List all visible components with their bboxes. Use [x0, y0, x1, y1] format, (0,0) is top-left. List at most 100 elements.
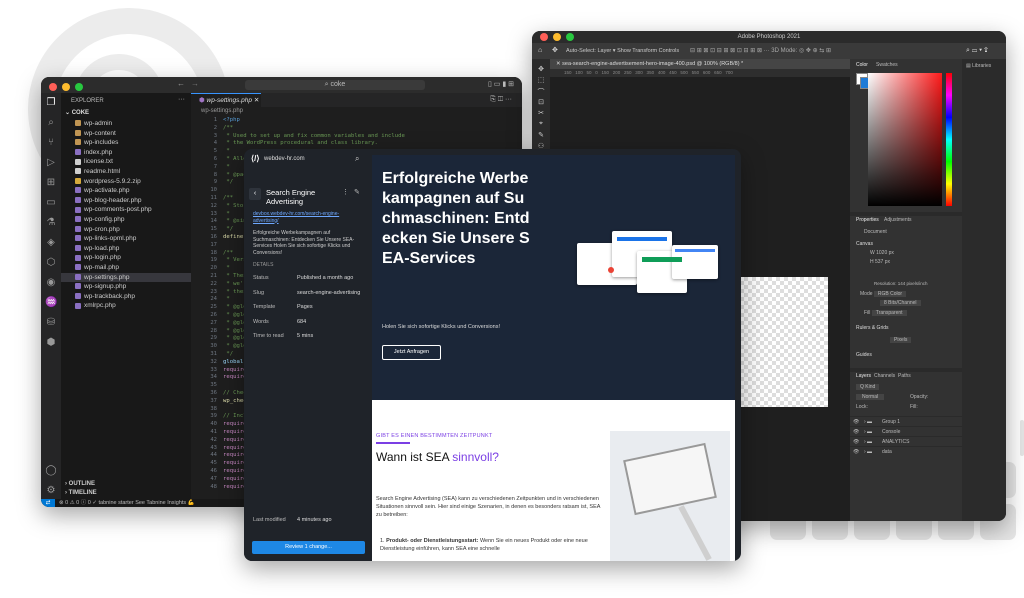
file-tree-item[interactable]: wordpress-5.9.2.zip — [75, 177, 141, 186]
kind-filter[interactable]: Q Kind — [856, 384, 880, 390]
minimize-window-button[interactable] — [62, 83, 70, 91]
file-tree-item[interactable]: readme.html — [75, 167, 120, 176]
file-tree-item[interactable]: wp-cron.php — [75, 225, 120, 234]
page-url-link[interactable]: devbox.webdev-hr.com/search-engine-adver… — [253, 211, 363, 224]
remote-indicator[interactable]: ⇄ — [41, 499, 55, 507]
move-tool-icon[interactable]: ✥ — [552, 43, 558, 59]
channels-tab[interactable]: Channels — [874, 373, 895, 379]
ps-close-button[interactable] — [540, 33, 548, 41]
crop-tool-icon[interactable]: ✂ — [536, 109, 546, 117]
eyedropper-tool-icon[interactable]: ⌖ — [536, 120, 546, 128]
brush-tool-icon[interactable]: ✎ — [536, 131, 546, 139]
visibility-eye-icon[interactable]: 👁 — [853, 439, 859, 445]
php-file-icon — [75, 283, 81, 290]
height-field[interactable]: H 537 px — [870, 259, 890, 265]
package-icon[interactable]: ⬢ — [45, 337, 57, 349]
close-window-button[interactable] — [49, 83, 57, 91]
file-tree-item[interactable]: wp-includes — [75, 138, 118, 147]
file-tree-item[interactable]: wp-settings.php — [61, 272, 191, 282]
files-icon[interactable]: ❐ — [45, 97, 57, 109]
file-tree-item[interactable]: wp-signup.php — [75, 282, 126, 291]
whale-icon[interactable]: ♒ — [45, 297, 57, 309]
adjustments-tab[interactable]: Adjustments — [884, 217, 912, 223]
file-tree-item[interactable]: wp-admin — [75, 119, 112, 128]
color-tab[interactable]: Color — [856, 62, 868, 68]
depth-select[interactable]: 8 Bits/Channel — [880, 300, 921, 306]
visibility-eye-icon[interactable]: 👁 — [853, 429, 859, 435]
file-tree-item[interactable]: wp-activate.php — [75, 186, 130, 195]
marquee-tool-icon[interactable]: ⬚ — [536, 76, 546, 84]
hero-cta-button[interactable]: Jetzt Anfragen — [382, 345, 441, 360]
search-icon[interactable]: ⌕ — [355, 154, 359, 164]
more-icon[interactable]: ⋮ — [342, 188, 349, 196]
blend-mode[interactable]: Normal — [856, 394, 885, 400]
hue-slider[interactable] — [946, 73, 952, 206]
edit-pencil-icon[interactable]: ✎ — [354, 188, 360, 196]
move-tool-icon[interactable]: ✥ — [536, 65, 546, 73]
layout-icons[interactable]: ▯ ▭ ▮ ⊞ — [488, 80, 514, 88]
git-icon[interactable]: ◈ — [45, 237, 57, 249]
layer-row[interactable]: 👁 › ▬ data — [850, 446, 962, 457]
swatches-tab[interactable]: Swatches — [876, 62, 898, 68]
testing-icon[interactable]: ⚗ — [45, 217, 57, 229]
color-field[interactable] — [868, 73, 942, 206]
file-tree-item[interactable]: wp-comments-post.php — [75, 205, 152, 214]
document-tab[interactable]: ✕ sea-search-engine-advertisement-hero-i… — [550, 59, 850, 69]
more-actions-icon[interactable]: ··· — [178, 96, 185, 103]
timeline-section[interactable]: › TIMELINE — [65, 490, 97, 496]
lasso-tool-icon[interactable]: ⌒ — [536, 87, 546, 97]
ps-minimize-button[interactable] — [553, 33, 561, 41]
properties-tab[interactable]: Properties — [856, 217, 879, 223]
tab-wp-settings[interactable]: ⬢ wp-settings.php ✕ — [191, 93, 261, 107]
ps-maximize-button[interactable] — [566, 33, 574, 41]
search-icon[interactable]: ⌕ — [45, 117, 57, 129]
github-icon[interactable]: ◉ — [45, 277, 57, 289]
units-select[interactable]: Pixels — [890, 337, 912, 343]
file-tree-item[interactable]: wp-mail.php — [75, 263, 119, 272]
photoshop-title: Adobe Photoshop 2021 — [737, 34, 801, 40]
select-tool-icon[interactable]: ⊡ — [536, 98, 546, 106]
remote-icon[interactable]: ▭ — [45, 197, 57, 209]
visibility-eye-icon[interactable]: 👁 — [853, 419, 859, 425]
close-tab-icon[interactable]: ✕ — [254, 97, 259, 104]
php-file-icon — [75, 245, 81, 252]
mode-select[interactable]: Mode RGB Color — [860, 291, 907, 297]
file-tree-item[interactable]: wp-blog-header.php — [75, 196, 141, 205]
run-debug-icon[interactable]: ▷ — [45, 157, 57, 169]
file-tree-item[interactable]: wp-config.php — [75, 215, 124, 224]
root-folder[interactable]: ⌄ COKE — [65, 109, 89, 116]
file-tree-item[interactable]: wp-trackback.php — [75, 292, 135, 301]
outline-section[interactable]: › OUTLINE — [65, 481, 95, 487]
file-tree-item[interactable]: wp-links-opml.php — [75, 234, 136, 243]
fill-select[interactable]: Fill Transparent — [864, 310, 907, 316]
file-tree-item[interactable]: xmlrpc.php — [75, 301, 116, 310]
database-icon[interactable]: ⛁ — [45, 317, 57, 329]
review-changes-button[interactable]: Review 1 change... — [252, 541, 365, 554]
extensions-icon[interactable]: ⊞ — [45, 177, 57, 189]
width-field[interactable]: W 1020 px — [870, 250, 894, 256]
docker-icon[interactable]: ⬡ — [45, 257, 57, 269]
visibility-eye-icon[interactable]: 👁 — [853, 449, 859, 455]
home-icon[interactable]: ⌂ — [538, 43, 542, 59]
file-tree-item[interactable]: index.php — [75, 148, 112, 157]
search-icon[interactable]: ⌕ ▭ ▾ ⇪ — [966, 43, 988, 59]
file-tree-item[interactable]: wp-content — [75, 129, 116, 138]
file-tree-item[interactable]: wp-load.php — [75, 244, 119, 253]
site-name[interactable]: webdev-hr.com — [264, 156, 305, 162]
split-editor-icon[interactable]: ⎘ ◫ ··· — [490, 96, 512, 104]
file-tree-item[interactable]: license.txt — [75, 157, 113, 166]
layers-tab[interactable]: Layers — [856, 373, 871, 379]
file-tree-item[interactable]: wp-login.php — [75, 253, 121, 262]
maximize-window-button[interactable] — [75, 83, 83, 91]
back-arrow-icon[interactable]: ← — [177, 79, 185, 88]
close-doc-icon[interactable]: ✕ — [556, 61, 561, 67]
command-search-input[interactable]: ⌕ coke — [245, 80, 425, 90]
align-icons[interactable]: ⊟ ⊞ ⊠ ⊡ ⊟ ⊞ ⊠ ⊡ ⊟ ⊞ ⊠ ··· 3D Mode: ◎ ✥ ⊕… — [690, 43, 831, 59]
account-icon[interactable]: ◯ — [45, 465, 57, 477]
back-button[interactable]: ‹ — [249, 188, 261, 200]
paths-tab[interactable]: Paths — [898, 373, 911, 379]
forward-arrow-icon[interactable]: → — [191, 79, 199, 88]
source-control-icon[interactable]: ⑂ — [45, 137, 57, 149]
settings-gear-icon[interactable]: ⚙ — [45, 485, 57, 497]
libraries-tab[interactable]: ▤ Libraries — [966, 63, 991, 69]
